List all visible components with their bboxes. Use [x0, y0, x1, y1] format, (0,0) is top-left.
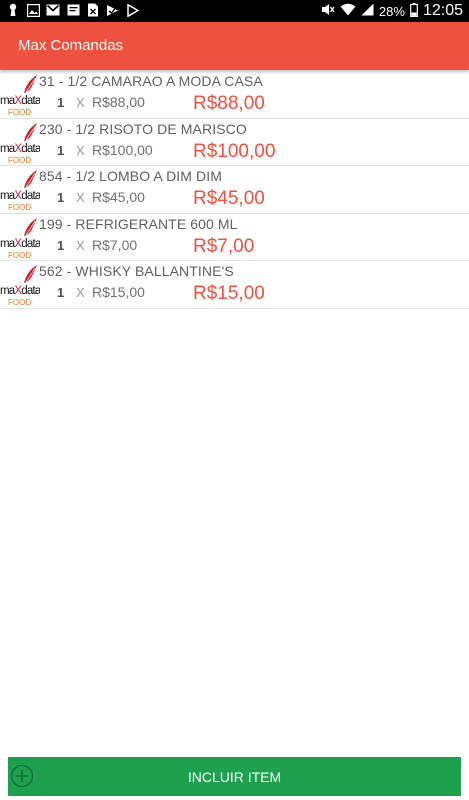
maxdata-food-logo: maXdata FOOD [0, 170, 40, 212]
multiply-sign: X [76, 190, 85, 206]
gmail-icon [46, 3, 60, 17]
multiply-sign: X [76, 142, 85, 158]
item-quantity: 1 [57, 237, 65, 253]
play-store-icon [126, 3, 140, 17]
app-title: Max Comandas [18, 37, 124, 54]
maxdata-food-logo: maXdata FOOD [0, 217, 40, 260]
svg-text:FOOD: FOOD [8, 251, 31, 260]
item-total-price: R$100,00 [193, 140, 276, 162]
notification-icons [6, 3, 140, 17]
svg-text:FOOD: FOOD [8, 298, 31, 307]
system-icons: 28% 12:05 [321, 0, 463, 22]
item-unit-price: R$100,00 [92, 141, 153, 158]
item-unit-price: R$88,00 [92, 94, 145, 110]
svg-text:maXdata: maXdata [0, 190, 40, 202]
order-item-list: maXdata FOOD 31 - 1/2 CAMARAO A MODA CAS… [0, 71, 469, 309]
svg-text:FOOD: FOOD [8, 108, 31, 117]
item-total-price: R$88,00 [193, 93, 265, 114]
message-icon [66, 3, 80, 17]
order-item[interactable]: maXdata FOOD 199 - REFRIGERANTE 600 ML 1… [0, 214, 469, 262]
wifi-icon [340, 3, 356, 19]
multiply-sign: X [76, 237, 85, 253]
file-x-icon [86, 3, 100, 17]
order-item[interactable]: maXdata FOOD 31 - 1/2 CAMARAO A MODA CAS… [0, 71, 469, 119]
maxdata-food-logo: maXdata FOOD [0, 75, 40, 117]
item-total-price: R$15,00 [193, 283, 265, 305]
item-total-price: R$7,00 [193, 235, 255, 257]
battery-icon [410, 2, 418, 20]
maxdata-food-logo: maXdata FOOD [0, 122, 40, 165]
svg-text:maXdata: maXdata [0, 238, 40, 250]
item-unit-price: R$45,00 [92, 189, 145, 206]
item-total-price: R$45,00 [193, 188, 265, 210]
item-name: 31 - 1/2 CAMARAO A MODA CASA [39, 73, 263, 89]
add-item-button[interactable]: INCLUIR ITEM [8, 757, 461, 796]
mute-icon [321, 3, 335, 19]
item-quantity: 1 [57, 95, 65, 110]
signal-icon [361, 3, 374, 19]
svg-text:FOOD: FOOD [8, 203, 31, 212]
clock: 12:05 [422, 2, 463, 19]
item-name: 199 - REFRIGERANTE 600 ML [39, 215, 238, 232]
keyhole-icon [6, 3, 20, 17]
svg-text:maXdata: maXdata [0, 285, 40, 297]
order-item[interactable]: maXdata FOOD 854 - 1/2 LOMBO A DIM DIM 1… [0, 166, 469, 214]
item-quantity: 1 [57, 142, 65, 158]
app-bar: Max Comandas [0, 22, 469, 70]
order-item[interactable]: maXdata FOOD 230 - 1/2 RISOTO DE MARISCO… [0, 119, 469, 167]
item-unit-price: R$15,00 [92, 284, 145, 301]
item-unit-price: R$7,00 [92, 236, 138, 253]
image-icon [26, 3, 40, 17]
battery-percent: 28% [378, 3, 405, 19]
add-item-label: INCLUIR ITEM [187, 768, 282, 785]
status-bar: 28% 12:05 [0, 0, 469, 22]
multiply-sign: X [76, 285, 85, 301]
order-item[interactable]: maXdata FOOD 562 - WHISKY BALLANTINE'S 1… [0, 261, 469, 309]
multiply-sign: X [76, 95, 85, 110]
checkmark-icon [106, 3, 120, 17]
item-name: 562 - WHISKY BALLANTINE'S [39, 263, 234, 280]
item-quantity: 1 [57, 285, 65, 301]
item-quantity: 1 [57, 190, 65, 206]
svg-text:maXdata: maXdata [0, 95, 40, 107]
svg-text:FOOD: FOOD [8, 156, 31, 165]
item-name: 230 - 1/2 RISOTO DE MARISCO [39, 120, 247, 137]
plus-circle-icon [10, 764, 34, 788]
item-name: 854 - 1/2 LOMBO A DIM DIM [39, 168, 223, 185]
maxdata-food-logo: maXdata FOOD [0, 265, 40, 307]
svg-text:maXdata: maXdata [0, 143, 40, 155]
